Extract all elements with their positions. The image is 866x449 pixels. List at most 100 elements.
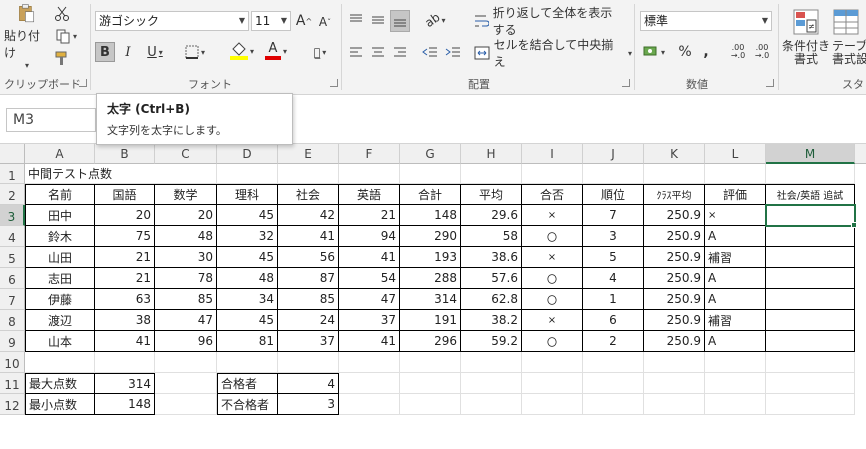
column-header[interactable]: E: [278, 144, 339, 164]
data-cell[interactable]: 21: [95, 247, 155, 268]
data-cell[interactable]: A: [705, 268, 766, 289]
data-cell[interactable]: 38.6: [461, 247, 522, 268]
empty-cell[interactable]: [583, 352, 644, 373]
data-cell[interactable]: 21: [95, 268, 155, 289]
increase-indent-button[interactable]: [443, 42, 463, 62]
header-cell[interactable]: 平均: [461, 184, 522, 205]
data-cell[interactable]: 〇: [522, 289, 583, 310]
data-cell[interactable]: [766, 247, 855, 268]
data-cell[interactable]: 41: [278, 226, 339, 247]
column-header[interactable]: D: [217, 144, 278, 164]
empty-cell[interactable]: [522, 164, 583, 184]
empty-cell[interactable]: [705, 352, 766, 373]
data-cell[interactable]: 48: [155, 226, 217, 247]
increase-font-button[interactable]: A ^: [295, 11, 313, 31]
header-cell[interactable]: 合計: [400, 184, 461, 205]
row-header[interactable]: 12: [0, 394, 25, 415]
column-header[interactable]: C: [155, 144, 217, 164]
data-cell[interactable]: [766, 310, 855, 331]
empty-cell[interactable]: [217, 164, 278, 184]
format-painter-button[interactable]: [52, 48, 72, 68]
header-cell[interactable]: 名前: [25, 184, 95, 205]
comma-button[interactable]: ,: [698, 42, 714, 62]
increase-decimal-button[interactable]: .00 →.0: [728, 42, 748, 62]
row-header[interactable]: 6: [0, 268, 25, 289]
data-cell[interactable]: 47: [339, 289, 400, 310]
column-header[interactable]: F: [339, 144, 400, 164]
data-cell[interactable]: 20: [95, 205, 155, 226]
empty-cell[interactable]: [339, 373, 400, 394]
format-as-table-button[interactable]: テーブル 書式設: [832, 4, 866, 70]
data-cell[interactable]: 山本: [25, 331, 95, 352]
row-header[interactable]: 3: [0, 205, 25, 226]
pass-label[interactable]: 合格者: [217, 373, 278, 394]
empty-cell[interactable]: [583, 394, 644, 415]
empty-cell[interactable]: [400, 373, 461, 394]
data-cell[interactable]: ×: [522, 247, 583, 268]
paste-button[interactable]: 貼り付け ▾: [4, 4, 48, 70]
empty-cell[interactable]: [339, 164, 400, 184]
pass-value[interactable]: 3: [278, 394, 339, 415]
align-left-button[interactable]: [346, 42, 366, 62]
underline-button[interactable]: U ▾: [141, 42, 169, 62]
data-cell[interactable]: 87: [278, 268, 339, 289]
data-cell[interactable]: 41: [339, 247, 400, 268]
empty-cell[interactable]: [766, 394, 855, 415]
align-right-button[interactable]: [390, 42, 410, 62]
phonetic-button[interactable]: ｱ̲ ▾: [306, 42, 334, 62]
data-cell[interactable]: 45: [217, 205, 278, 226]
empty-cell[interactable]: [461, 373, 522, 394]
column-header[interactable]: [855, 144, 866, 164]
align-top-button[interactable]: [346, 10, 366, 30]
data-cell[interactable]: [766, 226, 855, 247]
data-cell[interactable]: 250.9: [644, 268, 705, 289]
data-cell[interactable]: 38.2: [461, 310, 522, 331]
header-cell[interactable]: 評価: [705, 184, 766, 205]
data-cell[interactable]: 75: [95, 226, 155, 247]
data-cell[interactable]: 渡辺: [25, 310, 95, 331]
empty-cell[interactable]: [644, 373, 705, 394]
data-cell[interactable]: 78: [155, 268, 217, 289]
decrease-decimal-button[interactable]: .00 →.0: [752, 42, 772, 62]
data-cell[interactable]: 290: [400, 226, 461, 247]
data-cell[interactable]: 250.9: [644, 331, 705, 352]
data-cell[interactable]: 補習: [705, 247, 766, 268]
empty-cell[interactable]: [766, 373, 855, 394]
column-header[interactable]: M: [766, 144, 855, 164]
empty-cell[interactable]: [705, 164, 766, 184]
empty-cell[interactable]: [25, 352, 95, 373]
summary-value[interactable]: 314: [95, 373, 155, 394]
header-cell[interactable]: ｸﾗｽ平均: [644, 184, 705, 205]
data-cell[interactable]: 63: [95, 289, 155, 310]
font-color-button[interactable]: A ▾: [260, 40, 292, 62]
empty-cell[interactable]: [644, 394, 705, 415]
data-cell[interactable]: ×: [522, 205, 583, 226]
cut-button[interactable]: [52, 4, 72, 24]
data-cell[interactable]: 5: [583, 247, 644, 268]
empty-cell[interactable]: [400, 352, 461, 373]
header-cell[interactable]: 合否: [522, 184, 583, 205]
decrease-indent-button[interactable]: [420, 42, 440, 62]
data-cell[interactable]: 4: [583, 268, 644, 289]
header-cell[interactable]: 数学: [155, 184, 217, 205]
empty-cell[interactable]: [339, 394, 400, 415]
data-cell[interactable]: 62.8: [461, 289, 522, 310]
data-cell[interactable]: 54: [339, 268, 400, 289]
empty-cell[interactable]: [644, 164, 705, 184]
data-cell[interactable]: 58: [461, 226, 522, 247]
pass-label[interactable]: 不合格者: [217, 394, 278, 415]
selected-cell[interactable]: [765, 204, 856, 227]
row-header[interactable]: 7: [0, 289, 25, 310]
data-cell[interactable]: 1: [583, 289, 644, 310]
data-cell[interactable]: 250.9: [644, 205, 705, 226]
bold-button[interactable]: B: [95, 42, 115, 62]
data-cell[interactable]: 29.6: [461, 205, 522, 226]
data-cell[interactable]: 21: [339, 205, 400, 226]
align-middle-button[interactable]: [368, 10, 388, 30]
data-cell[interactable]: 45: [217, 247, 278, 268]
data-cell[interactable]: A: [705, 226, 766, 247]
conditional-format-button[interactable]: ≠ 条件付き 書式: [782, 4, 830, 70]
data-cell[interactable]: 42: [278, 205, 339, 226]
empty-cell[interactable]: [705, 373, 766, 394]
data-cell[interactable]: 田中: [25, 205, 95, 226]
